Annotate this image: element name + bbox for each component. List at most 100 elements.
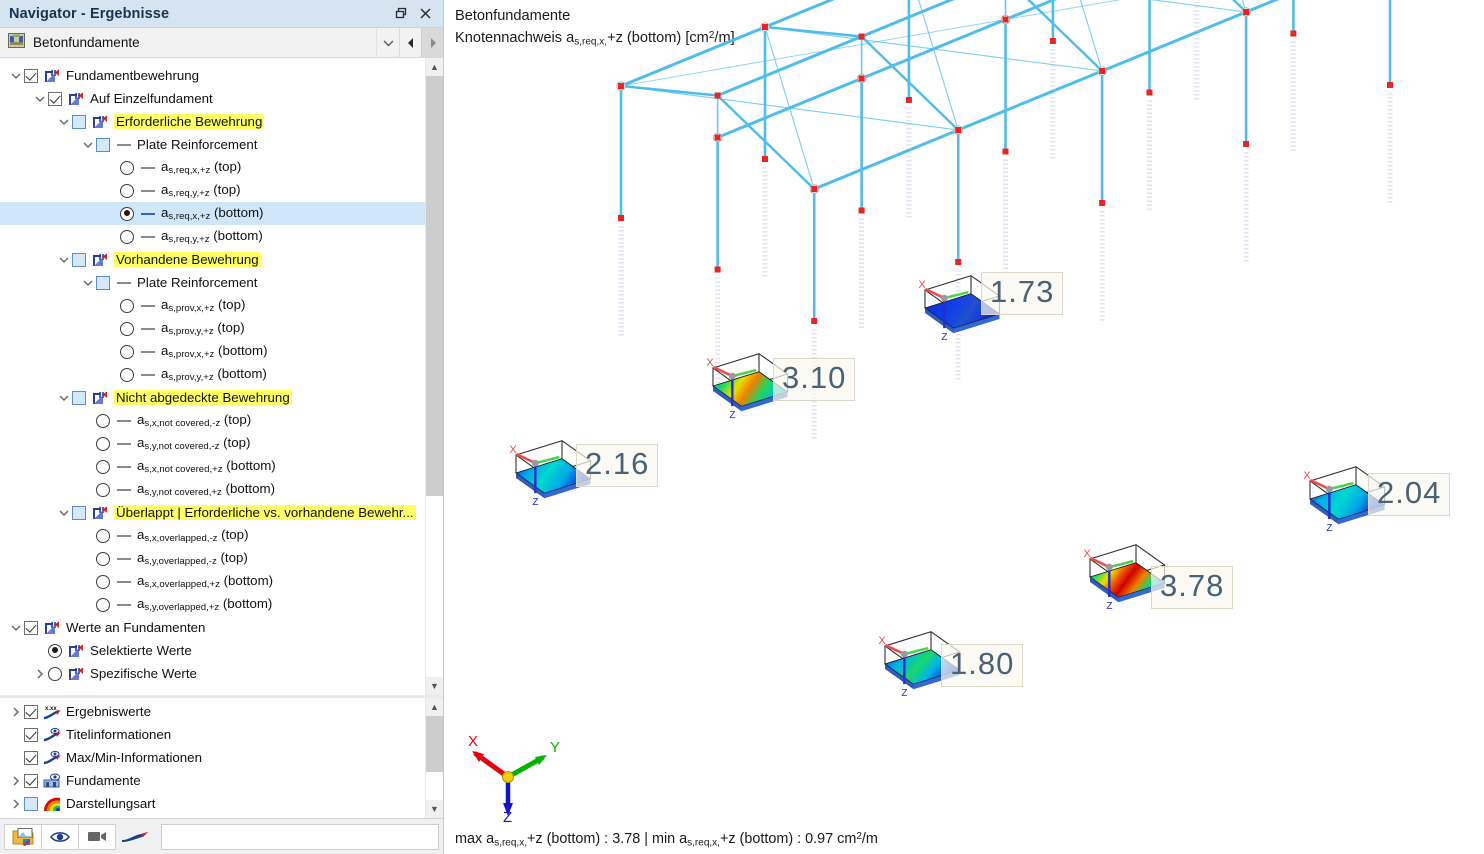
tree-radio[interactable] [120, 298, 134, 313]
scroll-up-arrow[interactable]: ▲ [425, 58, 443, 76]
twist-toggle[interactable] [8, 71, 24, 81]
tree-checkbox[interactable] [24, 727, 38, 742]
tree-row[interactable]: Überlappt | Erforderliche vs. vorhandene… [0, 501, 443, 524]
tree-radio[interactable] [96, 597, 110, 612]
twist-toggle[interactable] [80, 278, 96, 288]
tree-bottom-scrollbar[interactable]: ▲ ▼ [425, 698, 443, 818]
tree-row[interactable]: as,req,y,+z (top) [0, 179, 443, 202]
tree-row[interactable]: Auf Einzelfundament [0, 87, 443, 110]
scroll-up-arrow-2[interactable]: ▲ [425, 698, 443, 716]
scroll-down-arrow-2[interactable]: ▼ [425, 800, 443, 818]
tree-radio[interactable] [120, 160, 134, 175]
tree-row[interactable]: as,prov,x,+z (top) [0, 294, 443, 317]
tree-row[interactable]: as,prov,x,+z (bottom) [0, 340, 443, 363]
tree-row[interactable]: as,y,not covered,-z (top) [0, 432, 443, 455]
tree-row[interactable]: Plate Reinforcement [0, 271, 443, 294]
tree-checkbox[interactable] [72, 505, 86, 520]
tree-checkbox[interactable] [24, 773, 38, 788]
twist-toggle[interactable] [56, 393, 72, 403]
tree-radio[interactable] [96, 482, 110, 497]
tree-radio[interactable] [120, 321, 134, 336]
structure-model[interactable]: X Z X Z X Z X Z X Z X Z [445, 0, 1484, 854]
tree-row[interactable]: as,x,not covered,-z (top) [0, 409, 443, 432]
result-case-combobox[interactable]: Betonfundamente [0, 28, 443, 58]
tree-row[interactable]: Selektierte Werte [0, 639, 443, 662]
restore-button[interactable] [389, 3, 413, 25]
viewer-3d[interactable]: Betonfundamente Knotennachweis as,req,x,… [445, 0, 1484, 854]
combo-main[interactable]: Betonfundamente [0, 28, 377, 57]
tree-row[interactable]: as,y,overlapped,-z (top) [0, 547, 443, 570]
tree-row[interactable]: Werte an Fundamenten [0, 616, 443, 639]
tree-row[interactable]: as,req,x,+z (bottom) [0, 202, 443, 225]
tree-radio[interactable] [120, 344, 134, 359]
tree-radio[interactable] [48, 666, 62, 681]
tree-row[interactable]: Darstellungsart [0, 792, 443, 815]
tree-checkbox[interactable] [24, 620, 38, 635]
tree-radio[interactable] [96, 436, 110, 451]
tree-radio[interactable] [120, 229, 134, 244]
twist-toggle[interactable] [56, 508, 72, 518]
tree-row[interactable]: Spezifische Werte [0, 662, 443, 685]
twist-toggle[interactable] [56, 117, 72, 127]
tree-checkbox[interactable] [24, 796, 38, 811]
tree-radio[interactable] [120, 367, 134, 382]
next-case-button[interactable] [421, 28, 443, 57]
twist-toggle[interactable] [80, 140, 96, 150]
tree-checkbox[interactable] [96, 275, 110, 290]
twist-toggle[interactable] [8, 706, 24, 717]
tree-checkbox[interactable] [24, 704, 38, 719]
twist-toggle[interactable] [8, 775, 24, 786]
tree-checkbox[interactable] [96, 137, 110, 152]
camera-button[interactable] [78, 823, 116, 850]
tree-row[interactable]: Titelinformationen [0, 723, 443, 746]
results-marker[interactable] [115, 831, 155, 843]
combo-dropdown-button[interactable] [377, 28, 399, 57]
tree-row[interactable]: as,req,y,+z (bottom) [0, 225, 443, 248]
tree-top-scrollbar[interactable]: ▲ ▼ [425, 58, 443, 695]
scroll-track[interactable] [425, 76, 443, 677]
tree-row[interactable]: as,y,not covered,+z (bottom) [0, 478, 443, 501]
tree-radio[interactable] [96, 574, 110, 589]
tree-row[interactable]: as,x,not covered,+z (bottom) [0, 455, 443, 478]
tree-row[interactable]: Vorhandene Bewehrung [0, 248, 443, 271]
tree-row[interactable]: as,y,overlapped,+z (bottom) [0, 593, 443, 616]
scroll-thumb[interactable] [425, 76, 443, 496]
tree-checkbox[interactable] [24, 68, 38, 83]
tree-radio[interactable] [96, 528, 110, 543]
tree-checkbox[interactable] [48, 91, 62, 106]
tree-radio[interactable] [96, 459, 110, 474]
twist-toggle[interactable] [32, 94, 48, 104]
tree-row[interactable]: Nicht abgedeckte Bewehrung [0, 386, 443, 409]
tree-checkbox[interactable] [72, 252, 86, 267]
twist-toggle[interactable] [8, 623, 24, 633]
render-image-button[interactable] [4, 823, 42, 850]
tree-radio[interactable] [96, 413, 110, 428]
tree-row[interactable]: Erforderliche Bewehrung [0, 110, 443, 133]
tree-row[interactable]: Max/Min-Informationen [0, 746, 443, 769]
close-button[interactable] [413, 3, 437, 25]
tree-row[interactable]: as,x,overlapped,-z (top) [0, 524, 443, 547]
visibility-button[interactable] [41, 823, 79, 850]
previous-case-button[interactable] [399, 28, 421, 57]
twist-toggle[interactable] [56, 255, 72, 265]
scroll-track-2[interactable] [425, 716, 443, 800]
tree-checkbox[interactable] [24, 750, 38, 765]
tree-row[interactable]: Fundamente [0, 769, 443, 792]
tree-row[interactable]: as,prov,y,+z (bottom) [0, 363, 443, 386]
tree-row[interactable]: as,req,x,+z (top) [0, 156, 443, 179]
tree-row[interactable]: as,prov,y,+z (top) [0, 317, 443, 340]
tree-radio[interactable] [120, 206, 134, 221]
tree-row[interactable]: Fundamentbewehrung [0, 64, 443, 87]
toolbar-field[interactable] [161, 823, 439, 850]
tree-radio[interactable] [96, 551, 110, 566]
tree-row[interactable]: Plate Reinforcement [0, 133, 443, 156]
tree-row[interactable]: as,x,overlapped,+z (bottom) [0, 570, 443, 593]
twist-toggle[interactable] [8, 798, 24, 809]
tree-radio[interactable] [48, 643, 62, 658]
tree-radio[interactable] [120, 183, 134, 198]
tree-checkbox[interactable] [72, 114, 86, 129]
tree-row[interactable]: x.xx Ergebniswerte [0, 700, 443, 723]
tree-checkbox[interactable] [72, 390, 86, 405]
scroll-thumb-2[interactable] [425, 716, 443, 772]
scroll-down-arrow[interactable]: ▼ [425, 677, 443, 695]
